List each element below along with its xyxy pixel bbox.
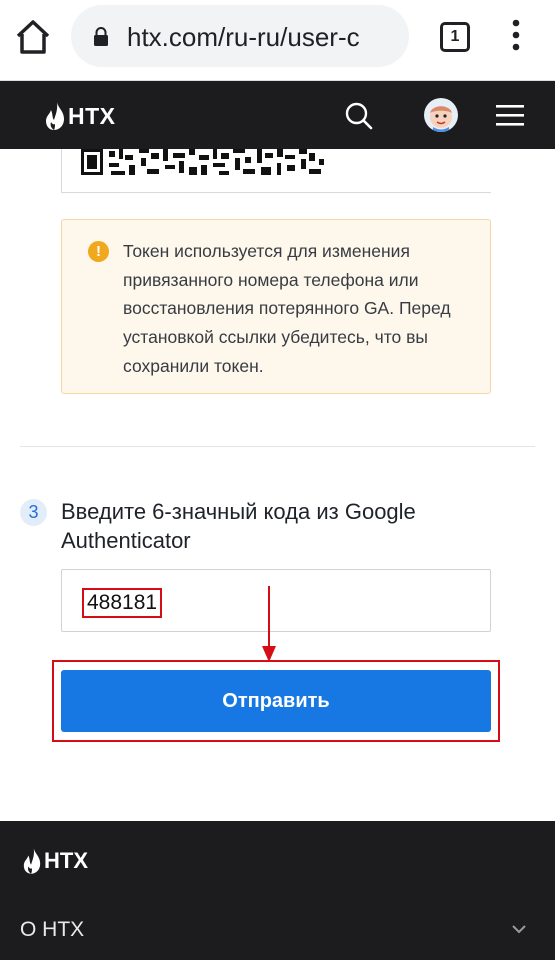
footer-logo-text: HTX <box>44 848 88 873</box>
site-header: HTX <box>0 81 555 149</box>
qr-code-image <box>81 149 324 175</box>
tabs-icon[interactable]: 1 <box>440 22 470 52</box>
address-bar[interactable]: htx.com/ru-ru/user-c <box>71 5 409 67</box>
search-icon[interactable] <box>344 101 374 131</box>
warning-icon: ! <box>88 241 109 262</box>
code-value: 488181 <box>82 588 163 618</box>
chevron-down-icon[interactable] <box>510 923 528 935</box>
htx-flame-icon <box>23 848 41 874</box>
annotation-arrow <box>262 586 276 662</box>
logo-text: HTX <box>68 102 116 129</box>
footer-logo[interactable]: HTX <box>22 847 88 875</box>
hamburger-icon[interactable] <box>496 103 524 127</box>
lock-icon <box>94 27 108 46</box>
home-icon[interactable] <box>14 18 52 56</box>
htx-flame-icon <box>46 102 64 130</box>
step-number-badge: 3 <box>20 499 47 526</box>
avatar[interactable] <box>424 98 458 132</box>
site-footer: HTX О HTX <box>0 821 555 960</box>
url-text: htx.com/ru-ru/user-c <box>127 22 360 52</box>
avatar-face-icon <box>430 106 452 132</box>
submit-button[interactable]: Отправить <box>61 670 491 732</box>
browser-toolbar: htx.com/ru-ru/user-c 1 <box>0 0 555 81</box>
step-title: Введите 6-значный кода из Google Authent… <box>61 499 416 553</box>
section-divider <box>20 446 535 447</box>
token-warning: ! Токен используется для изменения привя… <box>61 219 491 394</box>
qr-code-box <box>61 149 491 193</box>
htx-logo[interactable]: HTX <box>44 101 116 131</box>
warning-text: Токен используется для изменения привяза… <box>123 241 451 376</box>
menu-dots-icon[interactable] <box>506 18 526 52</box>
footer-about-item[interactable]: О HTX <box>20 918 84 942</box>
